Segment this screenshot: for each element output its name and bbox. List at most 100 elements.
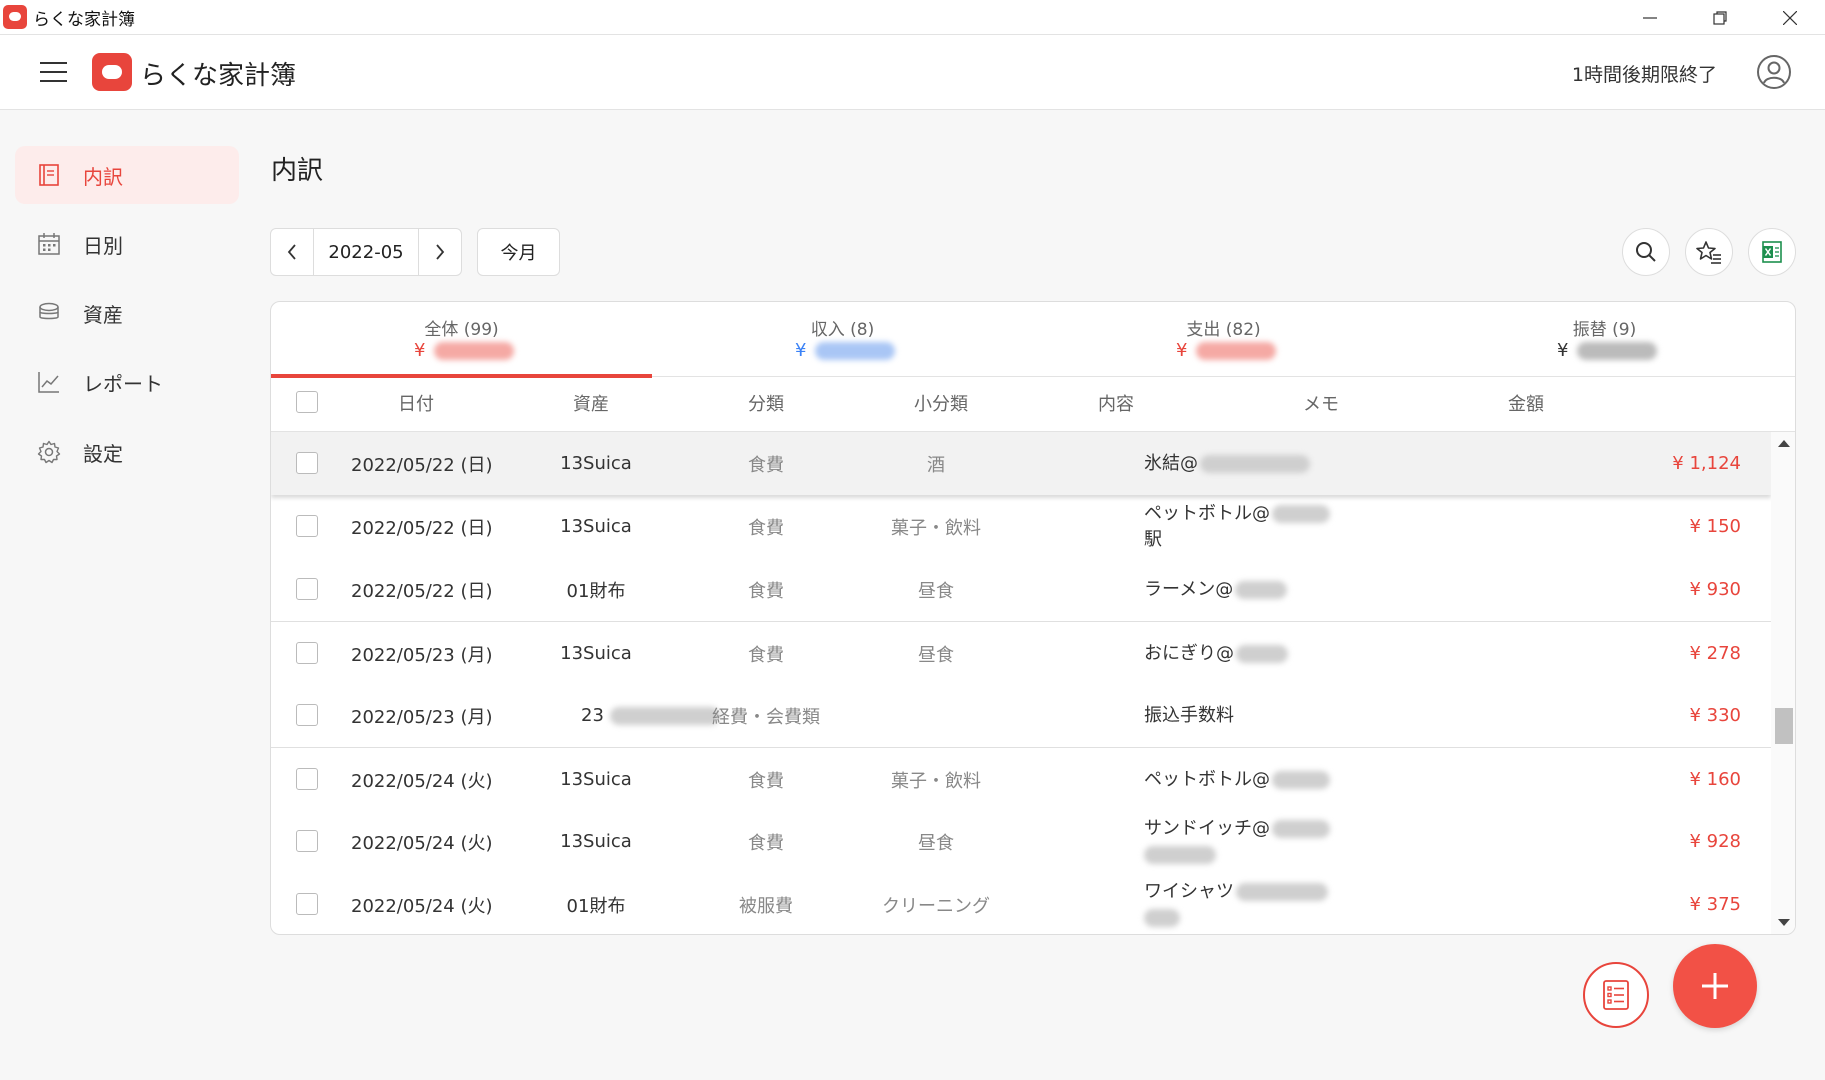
row-asset: 13Suica <box>560 769 632 790</box>
row-category: 食費 <box>748 644 784 666</box>
row-checkbox[interactable] <box>296 830 318 852</box>
table-row[interactable]: 2022/05/23 (月) 23 経費・会費類 振込手数料 ¥ 330 <box>271 684 1771 747</box>
excel-export-button[interactable] <box>1748 228 1796 276</box>
row-asset: 13Suica <box>560 516 632 537</box>
type-tabs: 全体 (99) ¥ 収入 (8) ¥ 支出 (82) ¥ 振替 (9) ¥ <box>271 302 1795 378</box>
row-subcategory: 昼食 <box>918 644 954 666</box>
row-subcategory: 菓子・飲料 <box>891 770 981 792</box>
row-asset: 01財布 <box>566 580 626 602</box>
row-category: 食費 <box>748 454 784 476</box>
row-amount: ¥ 160 <box>1689 769 1741 790</box>
row-checkbox[interactable] <box>296 704 318 726</box>
row-memo <box>1271 495 1421 558</box>
column-header-asset[interactable]: 資産 <box>526 377 656 432</box>
row-content-line2 <box>1144 842 1216 868</box>
list-view-button[interactable] <box>1583 962 1649 1028</box>
row-content-text: ペットボトル@ <box>1144 768 1270 790</box>
tab-transfer[interactable]: 振替 (9) ¥ <box>1414 302 1795 377</box>
row-checkbox[interactable] <box>296 578 318 600</box>
app-brand: らくな家計簿 <box>140 61 297 91</box>
row-category: 食費 <box>748 580 784 602</box>
row-category: 食費 <box>748 517 784 539</box>
row-date: 2022/05/24 (火) <box>351 832 493 854</box>
row-date: 2022/05/24 (火) <box>351 895 493 917</box>
favorites-button[interactable] <box>1685 228 1733 276</box>
row-checkbox[interactable] <box>296 515 318 537</box>
row-memo <box>1271 748 1421 811</box>
table-scrollbar[interactable] <box>1771 432 1795 934</box>
row-checkbox[interactable] <box>296 642 318 664</box>
close-button[interactable] <box>1755 0 1825 35</box>
row-memo <box>1271 432 1421 495</box>
plus-icon <box>1702 973 1728 999</box>
table-row[interactable]: 2022/05/22 (日) 13Suica 食費 酒 氷結@ ¥ 1,124 <box>271 432 1771 495</box>
column-header-subcategory[interactable]: 小分類 <box>876 377 1006 432</box>
minimize-button[interactable] <box>1615 0 1685 35</box>
scroll-up-arrow[interactable] <box>1778 440 1790 447</box>
row-asset-text: 23 <box>581 705 604 726</box>
menu-button[interactable] <box>38 60 70 84</box>
tab-all[interactable]: 全体 (99) ¥ <box>271 302 652 378</box>
account-button[interactable] <box>1755 53 1793 91</box>
select-all-checkbox[interactable] <box>296 391 318 413</box>
row-category: 被服費 <box>739 895 793 917</box>
row-asset: 13Suica <box>560 453 632 474</box>
column-header-category[interactable]: 分類 <box>701 377 831 432</box>
table-row[interactable]: 2022/05/24 (火) 13Suica 食費 昼食 サンドイッチ@ ¥ 9… <box>271 810 1771 873</box>
sidebar-item-settings[interactable]: 設定 <box>15 423 239 481</box>
current-month[interactable]: 2022-05 <box>313 229 419 275</box>
column-header-amount[interactable]: 金額 <box>1461 377 1591 432</box>
tab-amount-blurred <box>1196 342 1276 360</box>
sidebar-item-daily[interactable]: 日別 <box>15 215 239 273</box>
sidebar-item-breakdown[interactable]: 内訳 <box>15 146 239 204</box>
sidebar-item-report[interactable]: レポート <box>15 353 239 411</box>
next-month-button[interactable] <box>419 229 461 275</box>
window-title: らくな家計簿 <box>33 9 135 30</box>
restore-icon <box>1713 10 1727 25</box>
scrollbar-thumb[interactable] <box>1775 708 1793 744</box>
app-icon <box>3 5 27 29</box>
calendar-icon <box>38 233 60 255</box>
row-amount: ¥ 375 <box>1689 894 1741 915</box>
row-amount: ¥ 278 <box>1689 643 1741 664</box>
tab-yen: ¥ <box>1557 340 1569 361</box>
column-header-date[interactable]: 日付 <box>351 377 481 432</box>
prev-month-button[interactable] <box>271 229 313 275</box>
maximize-button[interactable] <box>1685 0 1755 35</box>
row-checkbox[interactable] <box>296 452 318 474</box>
table-row[interactable]: 2022/05/23 (月) 13Suica 食費 昼食 おにぎり@ ¥ 278 <box>271 621 1771 684</box>
window-controls <box>1615 0 1825 35</box>
sidebar-item-assets[interactable]: 資産 <box>15 284 239 342</box>
chart-icon <box>38 372 59 393</box>
row-category: 経費・会費類 <box>712 706 820 728</box>
chevron-right-icon <box>436 244 445 260</box>
list-icon <box>1603 980 1629 1010</box>
table-row[interactable]: 2022/05/24 (火) 13Suica 食費 菓子・飲料 ペットボトル@ … <box>271 747 1771 810</box>
table-row[interactable]: 2022/05/22 (日) 13Suica 食費 菓子・飲料 ペットボトル@ … <box>271 495 1771 558</box>
scroll-down-arrow[interactable] <box>1778 919 1790 926</box>
row-date: 2022/05/23 (月) <box>351 706 493 728</box>
search-button[interactable] <box>1622 228 1670 276</box>
column-header-memo[interactable]: メモ <box>1256 377 1386 432</box>
row-content-text: 氷結@ <box>1144 452 1198 474</box>
tab-label: 全体 (99) <box>424 320 499 340</box>
table-row[interactable]: 2022/05/22 (日) 01財布 食費 昼食 ラーメン@ ¥ 930 <box>271 558 1771 621</box>
row-checkbox[interactable] <box>296 893 318 915</box>
page-title: 内訳 <box>271 156 324 186</box>
tab-income[interactable]: 収入 (8) ¥ <box>652 302 1033 377</box>
column-header-content[interactable]: 内容 <box>1051 377 1181 432</box>
tab-expense[interactable]: 支出 (82) ¥ <box>1033 302 1414 377</box>
row-checkbox[interactable] <box>296 768 318 790</box>
table-row[interactable]: 2022/05/24 (火) 01財布 被服費 クリーニング ワイシャツ ¥ 3… <box>271 873 1771 934</box>
row-memo <box>1271 558 1421 621</box>
row-memo <box>1271 873 1421 934</box>
row-content-line: おにぎり@ <box>1144 641 1288 667</box>
month-selector: 2022-05 <box>270 228 462 276</box>
tab-yen: ¥ <box>795 340 807 361</box>
row-amount: ¥ 930 <box>1689 579 1741 600</box>
add-transaction-button[interactable] <box>1673 944 1757 1028</box>
row-memo <box>1271 622 1421 685</box>
this-month-button[interactable]: 今月 <box>477 228 560 276</box>
user-icon <box>1757 55 1791 89</box>
row-subcategory: クリーニング <box>882 895 990 917</box>
